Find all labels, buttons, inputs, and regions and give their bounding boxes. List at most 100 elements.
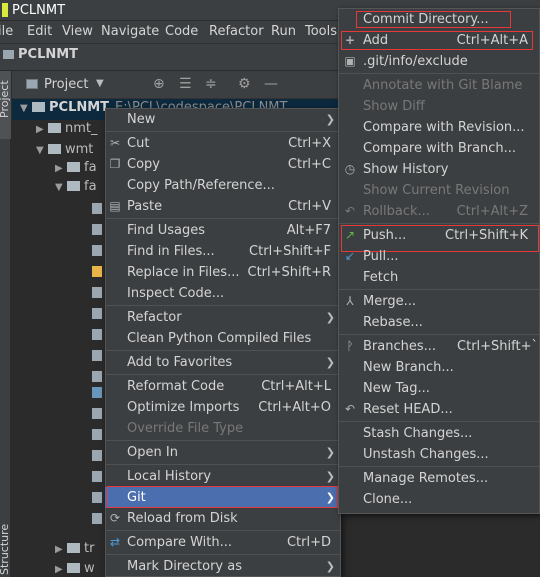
merge-icon: ⅄	[346, 294, 354, 308]
menu-item-merge[interactable]: ⅄ Merge...	[338, 291, 540, 312]
menu-separator	[339, 421, 539, 422]
menu-item-reload-from-disk[interactable]: ⟳ Reload from Disk	[105, 508, 341, 529]
tree-node[interactable]: ▶ w	[55, 558, 95, 577]
menu-run[interactable]: Run	[271, 24, 296, 39]
menu-code[interactable]: Code	[165, 24, 198, 39]
menu-separator	[339, 334, 539, 335]
menu-item-new-tag[interactable]: New Tag...	[338, 378, 540, 399]
chevron-right-icon: ❯	[325, 356, 335, 369]
chevron-right-icon: ❯	[325, 560, 335, 573]
annotation-highlight-box	[341, 31, 533, 50]
tool-tab-structure-label[interactable]: Structure	[0, 524, 11, 575]
locate-icon[interactable]: ⊕	[153, 76, 165, 92]
folder-icon	[67, 543, 80, 553]
menu-item-clone[interactable]: Clone...	[338, 489, 540, 510]
file-icon	[92, 350, 102, 361]
project-view-icon	[26, 79, 38, 89]
menu-item-compare-revision[interactable]: Compare with Revision...	[338, 117, 540, 138]
menu-item-stash-changes[interactable]: Stash Changes...	[338, 423, 540, 444]
menu-item-find-in-files[interactable]: Find in Files... Ctrl+Shift+F	[105, 241, 341, 262]
chevron-down-icon[interactable]: ▼	[36, 140, 48, 161]
menu-item-fetch[interactable]: Fetch	[338, 267, 540, 288]
menu-item-find-usages[interactable]: Find Usages Alt+F7	[105, 220, 341, 241]
menu-item-refactor[interactable]: Refactor ❯	[105, 307, 341, 328]
menu-item-cut[interactable]: ✂ Cut Ctrl+X	[105, 133, 341, 154]
menu-item-show-current-revision: Show Current Revision	[363, 183, 510, 198]
paste-icon: ▤	[109, 199, 121, 213]
chevron-right-icon: ❯	[325, 311, 335, 324]
window-title: PCLNMT	[12, 3, 66, 18]
tree-node-label: w	[84, 561, 95, 576]
tree-node[interactable]: ▶ nmt_	[36, 118, 98, 139]
menu-item-unstash-changes[interactable]: Unstash Changes...	[338, 444, 540, 465]
file-icon	[92, 203, 102, 214]
menu-separator	[106, 440, 340, 441]
menu-separator	[106, 131, 340, 132]
menu-item-show-history[interactable]: ◷ Show History	[338, 159, 540, 180]
menu-item-compare-branch[interactable]: Compare with Branch...	[338, 138, 540, 159]
menu-item-inspect-code[interactable]: Inspect Code...	[105, 283, 341, 304]
left-tool-strip	[0, 71, 11, 577]
branch-icon: ᚹ	[346, 339, 354, 353]
breadcrumb-project[interactable]: PCLNMT	[18, 47, 78, 62]
file-icon	[92, 513, 102, 524]
menu-item-optimize-imports[interactable]: Optimize Imports Ctrl+Alt+O	[105, 397, 341, 418]
tool-tab-project-label[interactable]: Project	[0, 80, 11, 118]
menu-item-open-in[interactable]: Open In ❯	[105, 442, 341, 463]
menu-item-replace-in-files[interactable]: Replace in Files... Ctrl+Shift+R	[105, 262, 341, 283]
collapse-all-icon[interactable]: ≑	[205, 76, 217, 92]
menu-item-new-branch[interactable]: New Branch...	[338, 357, 540, 378]
menu-separator	[106, 305, 340, 306]
expand-all-icon[interactable]: ☰	[179, 76, 192, 92]
tree-node-label: fa	[84, 179, 97, 194]
menu-item-manage-remotes[interactable]: Manage Remotes...	[338, 468, 540, 489]
menu-item-reset-head[interactable]: ↶ Reset HEAD...	[338, 399, 540, 420]
chevron-right-icon: ❯	[325, 446, 335, 459]
menu-item-clean-python[interactable]: Clean Python Compiled Files	[105, 328, 341, 349]
menu-item-paste[interactable]: ▤ Paste Ctrl+V	[105, 196, 341, 217]
compare-icon: ⇄	[109, 535, 121, 549]
menu-item-git-exclude[interactable]: ▣ .git/info/exclude	[338, 51, 540, 72]
pull-arrow-icon: ↙	[344, 249, 356, 263]
menu-item-local-history[interactable]: Local History ❯	[105, 466, 341, 487]
menu-item-copy-path[interactable]: Copy Path/Reference...	[105, 175, 341, 196]
menu-navigate[interactable]: Navigate	[101, 24, 159, 39]
tree-node-label: tr	[84, 541, 95, 556]
menu-item-reformat-code[interactable]: Reformat Code Ctrl+Alt+L	[105, 376, 341, 397]
chevron-down-icon[interactable]: ▼	[20, 98, 32, 119]
menu-tools[interactable]: Tools	[305, 24, 337, 39]
menu-separator	[106, 350, 340, 351]
scissors-icon: ✂	[109, 136, 121, 150]
folder-icon	[48, 144, 61, 154]
folder-icon	[67, 181, 80, 191]
menu-item-new[interactable]: New ❯	[105, 109, 341, 130]
tree-node[interactable]: ▶ tr	[55, 538, 94, 559]
menu-item-copy[interactable]: ❐ Copy Ctrl+C	[105, 154, 341, 175]
menu-item-mark-directory[interactable]: Mark Directory as ❯	[105, 556, 341, 577]
chevron-down-icon[interactable]: ▼	[55, 177, 67, 198]
data-file-icon	[92, 387, 102, 398]
menu-edit[interactable]: Edit	[27, 24, 52, 39]
folder-icon	[67, 162, 80, 172]
chevron-right-icon[interactable]: ▶	[55, 559, 67, 577]
menu-view[interactable]: View	[62, 24, 93, 39]
menu-item-rebase[interactable]: Rebase...	[338, 312, 540, 333]
tree-node[interactable]: ▶ fa	[55, 157, 97, 178]
chevron-right-icon: ❯	[325, 113, 335, 126]
menu-item-override-file-type: Override File Type	[127, 421, 244, 436]
menu-item-compare-with[interactable]: ⇄ Compare With... Ctrl+D	[105, 532, 341, 553]
file-icon	[92, 245, 102, 256]
chevron-right-icon[interactable]: ▶	[36, 119, 48, 140]
chevron-down-icon[interactable]: ▼	[96, 78, 104, 89]
menu-refactor[interactable]: Refactor	[209, 24, 264, 39]
menu-file[interactable]: ile	[0, 24, 13, 39]
menu-item-add-to-favorites[interactable]: Add to Favorites ❯	[105, 352, 341, 373]
project-view-dropdown[interactable]: Project	[44, 77, 88, 92]
chevron-right-icon[interactable]: ▶	[55, 539, 67, 560]
tree-node[interactable]: ▼ fa	[55, 176, 97, 197]
gear-icon[interactable]: ⚙	[238, 76, 251, 92]
menu-item-branches[interactable]: ᚹ Branches... Ctrl+Shift+`	[338, 336, 540, 357]
menu-item-pull[interactable]: ↙ Pull...	[338, 246, 540, 267]
tree-node-label: wmt	[65, 142, 94, 157]
hide-panel-icon[interactable]: —	[264, 76, 278, 92]
